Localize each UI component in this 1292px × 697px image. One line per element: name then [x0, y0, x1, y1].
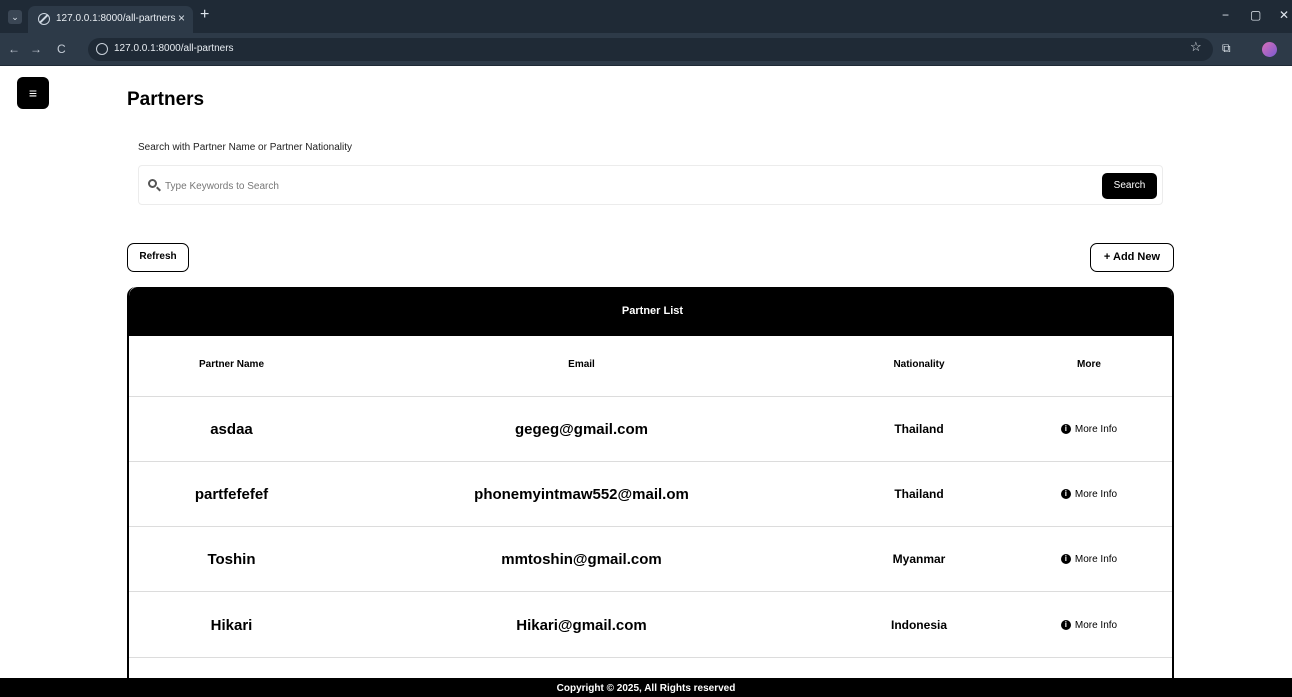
email-cell: Hikari@gmail.com: [516, 617, 647, 634]
email-cell: mmtoshin@gmail.com: [501, 551, 662, 568]
column-header-partner-name: Partner Name: [198, 359, 265, 370]
new-tab-button[interactable]: +: [200, 6, 209, 24]
more-info-link[interactable]: i More Info: [1009, 593, 1169, 658]
table-row: Toshin mmtoshin@gmail.com Myanmar i More …: [129, 527, 1172, 592]
table-row: partfefefef phonemyintmaw552@mail.om Tha…: [129, 462, 1172, 527]
info-icon: i: [1060, 554, 1071, 565]
more-info-label: More Info: [1074, 620, 1118, 631]
reload-icon[interactable]: C: [57, 42, 66, 56]
tab-close-icon[interactable]: ×: [178, 11, 185, 25]
browser-tab[interactable]: 127.0.0.1:8000/all-partners ×: [28, 6, 193, 33]
email-cell: phonemyintmaw552@mail.om: [474, 486, 689, 503]
info-icon: i: [1060, 424, 1071, 435]
more-info-link[interactable]: i More Info: [1009, 397, 1169, 462]
partner-name-cell: partfefefef: [194, 486, 269, 503]
footer: Copyright © 2025, All Rights reserved: [0, 678, 1292, 697]
profile-avatar[interactable]: [1262, 42, 1277, 57]
window-close-button[interactable]: ✕: [1279, 8, 1289, 22]
browser-tab-bar: ⌄ 127.0.0.1:8000/all-partners × + − ▢ ✕: [0, 0, 1292, 33]
page-title: Partners: [127, 89, 205, 110]
more-info-label: More Info: [1074, 424, 1118, 435]
menu-toggle-button[interactable]: ≡: [17, 77, 49, 109]
restore-button[interactable]: ▢: [1250, 8, 1261, 22]
site-info-icon[interactable]: [96, 43, 108, 55]
search-label: Search with Partner Name or Partner Nati…: [138, 142, 352, 153]
forward-arrow-icon[interactable]: →: [30, 42, 42, 56]
nationality-cell: Indonesia: [890, 618, 947, 632]
table-row: asdaa gegeg@gmail.com Thailand i More Inf…: [129, 397, 1172, 462]
url-text[interactable]: 127.0.0.1:8000/all-partners: [114, 43, 234, 54]
more-info-label: More Info: [1074, 489, 1118, 500]
column-header-email: Email: [568, 359, 595, 370]
back-arrow-icon[interactable]: ←: [8, 42, 20, 56]
search-box: Search: [138, 165, 1163, 205]
more-info-label: More Info: [1074, 554, 1118, 565]
tab-title: 127.0.0.1:8000/all-partners: [56, 13, 176, 24]
search-button[interactable]: Search: [1102, 173, 1157, 199]
info-icon: i: [1060, 489, 1071, 500]
extensions-icon[interactable]: ⧉: [1222, 41, 1231, 56]
column-header-more: More: [1077, 359, 1101, 370]
tab-search-chevron-icon[interactable]: ⌄: [8, 10, 22, 24]
tab-favicon-icon: [38, 13, 50, 25]
minimize-button[interactable]: −: [1222, 8, 1229, 22]
more-info-link[interactable]: i More Info: [1009, 462, 1169, 527]
partner-table: Partner List Partner Name Email National…: [127, 287, 1174, 687]
table-title: Partner List: [129, 287, 1172, 336]
browser-toolbar: ← → C 127.0.0.1:8000/all-partners ☆ ⧉: [0, 33, 1292, 66]
nationality-cell: Myanmar: [892, 552, 946, 566]
add-new-button[interactable]: + Add New: [1090, 243, 1174, 272]
partner-name-cell: Hikari: [210, 617, 253, 634]
refresh-button[interactable]: Refresh: [127, 243, 189, 272]
column-header-nationality: Nationality: [893, 359, 945, 370]
email-cell: gegeg@gmail.com: [515, 421, 648, 438]
search-icon: [148, 179, 157, 188]
address-bar[interactable]: 127.0.0.1:8000/all-partners: [88, 38, 1213, 61]
partner-name-cell: asdaa: [210, 421, 253, 438]
info-icon: i: [1060, 620, 1071, 631]
bookmark-star-icon[interactable]: ☆: [1190, 39, 1202, 55]
more-info-link[interactable]: i More Info: [1009, 527, 1169, 592]
search-input[interactable]: [165, 177, 1065, 195]
nationality-cell: Thailand: [894, 422, 944, 436]
table-row: Hikari Hikari@gmail.com Indonesia i More …: [129, 593, 1172, 658]
partner-name-cell: Toshin: [207, 551, 256, 568]
nationality-cell: Thailand: [894, 487, 944, 501]
